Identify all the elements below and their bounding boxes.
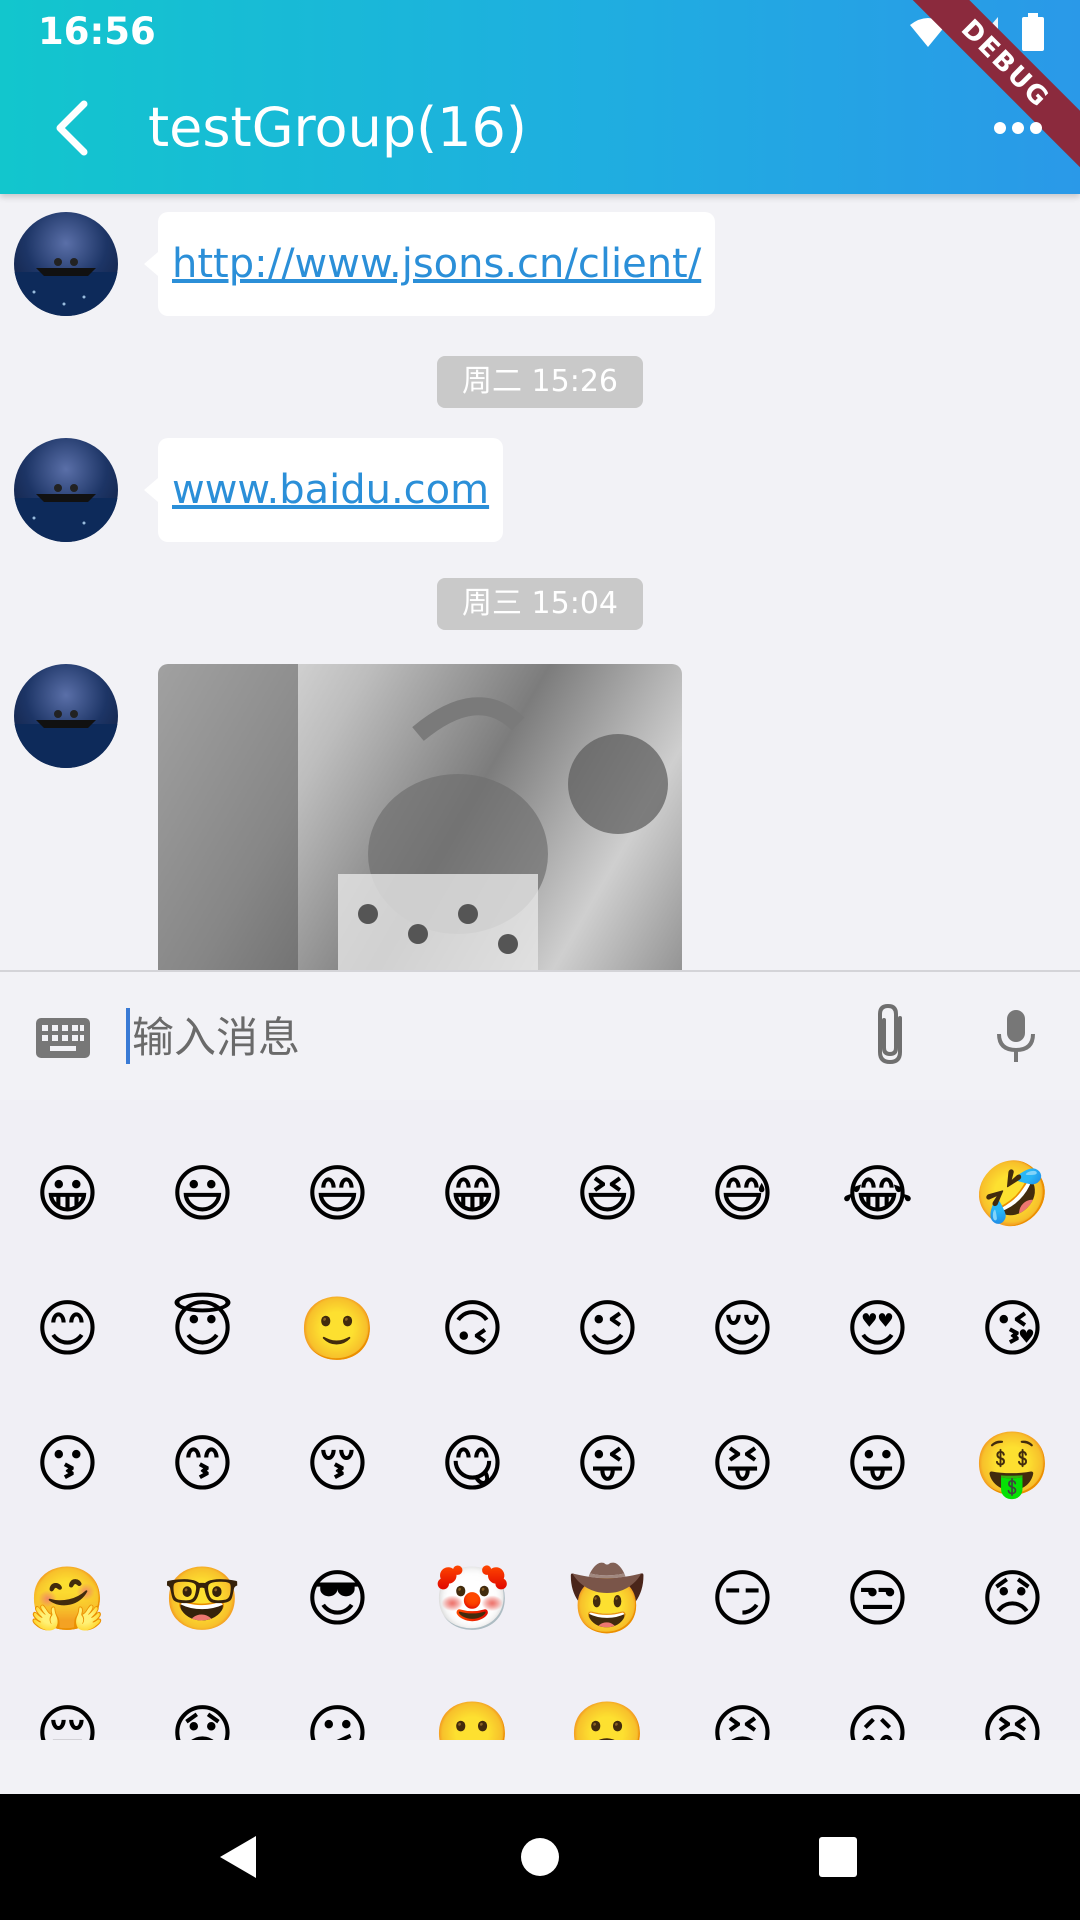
message-bubble-link[interactable]: http://www.jsons.cn/client/ [143,212,716,316]
back-arrow-icon[interactable] [44,96,104,160]
emoji-key[interactable]: 😅 [675,1126,810,1261]
emoji-key[interactable]: 😎 [270,1531,405,1666]
emoji-key[interactable]: 🤓 [135,1531,270,1666]
keyboard-icon[interactable] [36,1018,90,1058]
emoji-key[interactable]: ☹️ [540,1666,675,1740]
microphone-icon[interactable] [994,1008,1038,1064]
timestamp-chip: 周三 15:04 [437,578,643,630]
emoji-key[interactable]: 😆 [540,1126,675,1261]
emoji-panel[interactable]: 😀 😃 😄 😁 😆 😅 😂 🤣 😊 😇 🙂 🙃 😉 😌 😍 😘 😗 😙 😚 😋 😜 😝 😛 🤑 🤗 🤓 😎 🤡 🤠 😏 😒 😞 😔 😟 😕 🙁 ☹️ 😣 😖… [0,1100,1080,1740]
nav-recents-icon[interactable] [818,1832,858,1882]
emoji-key[interactable]: 😌 [675,1261,810,1396]
emoji-key[interactable]: 😁 [405,1126,540,1261]
emoji-key[interactable]: 😕 [270,1666,405,1740]
timestamp-chip: 周二 15:26 [437,356,643,408]
message-list[interactable]: http://www.jsons.cn/client/ 周二 15:26 www… [0,194,1080,970]
emoji-key[interactable]: 😫 [945,1666,1080,1740]
battery-icon [1022,13,1044,51]
emoji-key[interactable]: 😀 [0,1126,135,1261]
emoji-key[interactable]: 🤣 [945,1126,1080,1261]
emoji-key[interactable]: 😄 [270,1126,405,1261]
emoji-key[interactable]: 😉 [540,1261,675,1396]
emoji-key[interactable]: 😇 [135,1261,270,1396]
emoji-key[interactable]: 😋 [405,1396,540,1531]
emoji-grid: 😀 😃 😄 😁 😆 😅 😂 🤣 😊 😇 🙂 🙃 😉 😌 😍 😘 😗 😙 😚 😋 😜 😝 😛 🤑 🤗 🤓 😎 🤡 🤠 😏 😒 😞 😔 😟 😕 🙁 ☹️ 😣 😖… [0,1126,1080,1740]
emoji-key[interactable]: 😣 [675,1666,810,1740]
emoji-key[interactable]: 😜 [540,1396,675,1531]
emoji-key[interactable]: 🙂 [270,1261,405,1396]
emoji-key[interactable]: 😛 [810,1396,945,1531]
emoji-key[interactable]: 😂 [810,1126,945,1261]
app-bar: 16:56 DEBUG testGroup(16) [0,0,1080,194]
emoji-key[interactable]: 🤑 [945,1396,1080,1531]
system-navigation-bar [0,1794,1080,1920]
emoji-key[interactable]: 🙃 [405,1261,540,1396]
emoji-key[interactable]: 🤗 [0,1531,135,1666]
status-time: 16:56 [38,10,156,53]
input-bar [0,970,1080,1102]
emoji-key[interactable]: 😟 [135,1666,270,1740]
chat-title: testGroup(16) [148,96,527,159]
emoji-key[interactable]: 🤠 [540,1531,675,1666]
avatar[interactable] [14,664,118,768]
nav-back-icon[interactable] [216,1832,260,1882]
emoji-key[interactable]: 😙 [135,1396,270,1531]
attachment-icon[interactable] [870,1000,910,1068]
nav-home-icon[interactable] [520,1832,560,1882]
more-options-icon[interactable] [992,112,1044,144]
message-input[interactable] [130,998,834,1076]
emoji-key[interactable]: 😚 [270,1396,405,1531]
emoji-key[interactable]: 😝 [675,1396,810,1531]
avatar[interactable] [14,212,118,316]
emoji-key[interactable]: 😒 [810,1531,945,1666]
emoji-key[interactable]: 😊 [0,1261,135,1396]
emoji-key[interactable]: 😃 [135,1126,270,1261]
message-bubble-link[interactable]: www.baidu.com [143,438,504,542]
emoji-key[interactable]: 😔 [0,1666,135,1740]
emoji-key[interactable]: 😖 [810,1666,945,1740]
emoji-key[interactable]: 🤡 [405,1531,540,1666]
avatar[interactable] [14,438,118,542]
emoji-key[interactable]: 😞 [945,1531,1080,1666]
emoji-key[interactable]: 🙁 [405,1666,540,1740]
emoji-key[interactable]: 😘 [945,1261,1080,1396]
emoji-key[interactable]: 😍 [810,1261,945,1396]
emoji-key[interactable]: 😗 [0,1396,135,1531]
emoji-key[interactable]: 😏 [675,1531,810,1666]
message-image[interactable] [158,664,682,970]
